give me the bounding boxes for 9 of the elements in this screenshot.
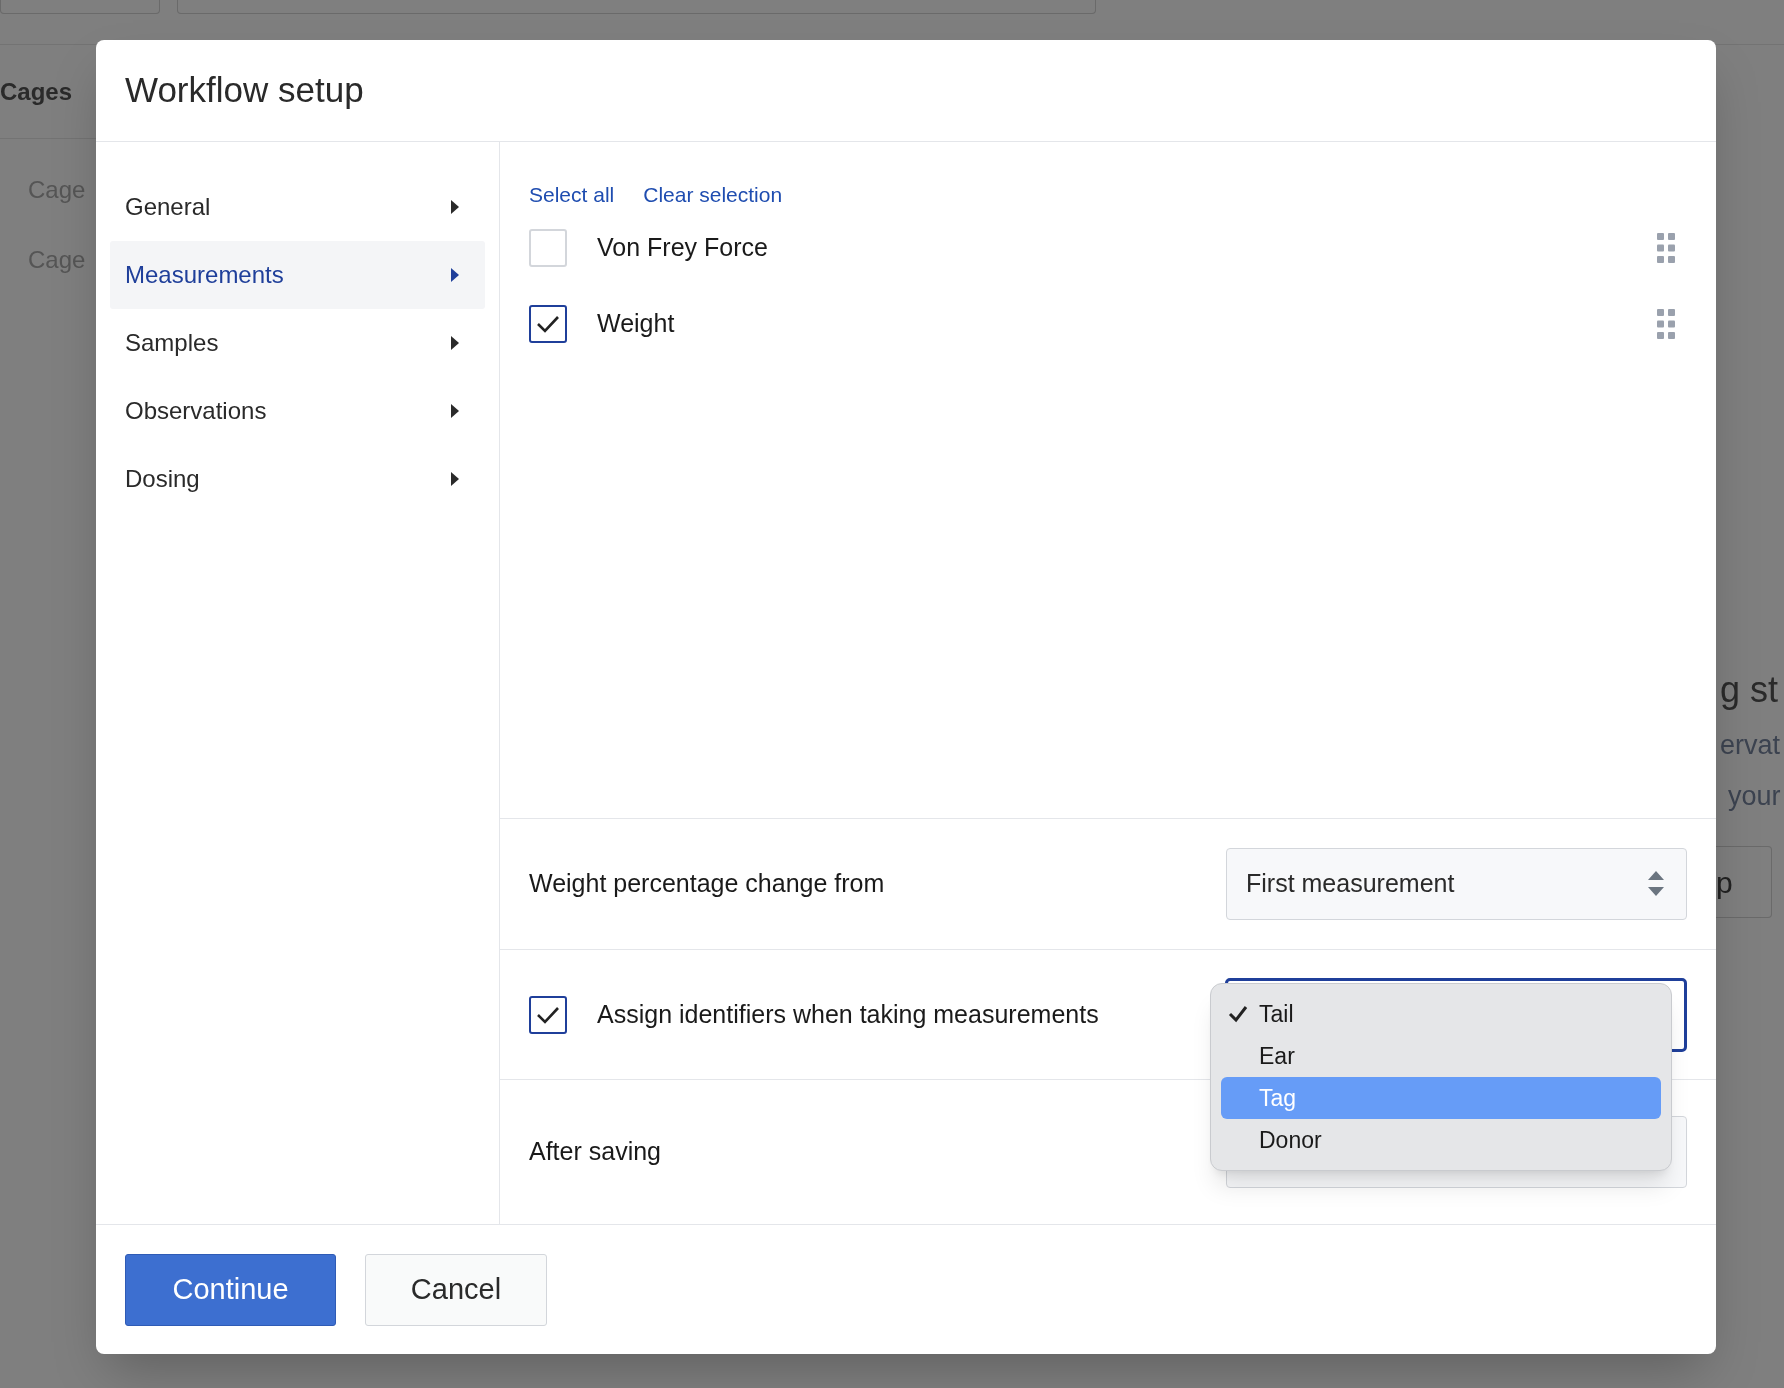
setting-label: Assign identifiers when taking measurements — [597, 998, 1099, 1030]
heading-text: g st — [1720, 668, 1779, 712]
setting-label: After saving — [529, 1136, 661, 1168]
body-text: ervat — [1720, 729, 1781, 762]
body-text: your — [1728, 779, 1781, 813]
setting-label: Weight percentage change from — [529, 868, 885, 900]
measurement-label: Weight — [597, 307, 676, 339]
measurement-label: Von Frey Force — [597, 231, 769, 263]
dialog-title: Workflow setup — [125, 69, 364, 112]
